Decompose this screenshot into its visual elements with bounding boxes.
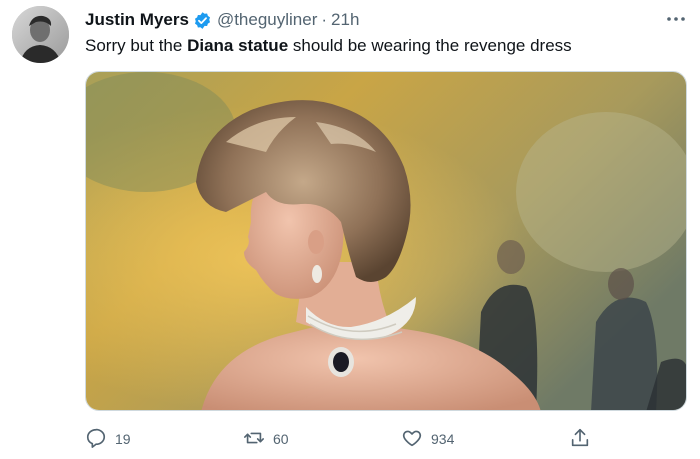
retweet-count: 60	[273, 431, 289, 447]
reply-button[interactable]: 19	[85, 424, 131, 454]
heart-icon	[401, 427, 423, 452]
like-button[interactable]: 934	[401, 424, 454, 454]
reply-count: 19	[115, 431, 131, 447]
more-options-icon[interactable]	[663, 9, 689, 29]
reply-icon	[85, 427, 107, 452]
tweet-photo[interactable]	[85, 71, 687, 411]
tweet-text: Sorry but the Diana statue should be wea…	[85, 36, 572, 56]
verified-badge-icon	[193, 11, 212, 30]
separator-dot: ·	[321, 10, 328, 29]
tweet-timestamp[interactable]: 21h	[331, 10, 359, 30]
avatar[interactable]	[12, 6, 69, 63]
share-button[interactable]	[569, 424, 591, 454]
tweet-header: Justin Myers @theguyliner · 21h	[85, 9, 359, 31]
like-count: 934	[431, 431, 455, 447]
tweet-text-start: Sorry but the	[85, 36, 188, 55]
tweet-text-bold: Diana statue	[187, 36, 289, 55]
author-name[interactable]: Justin Myers	[85, 10, 189, 30]
tweet-actions: 19 60 934	[85, 424, 685, 454]
share-icon	[569, 427, 591, 452]
tweet-text-end: should be wearing the revenge dress	[288, 36, 572, 55]
retweet-icon	[243, 427, 265, 452]
retweet-button[interactable]: 60	[243, 424, 289, 454]
tweet[interactable]: Justin Myers @theguyliner · 21h Sorry bu…	[0, 0, 700, 459]
author-handle[interactable]: @theguyliner	[217, 10, 317, 30]
